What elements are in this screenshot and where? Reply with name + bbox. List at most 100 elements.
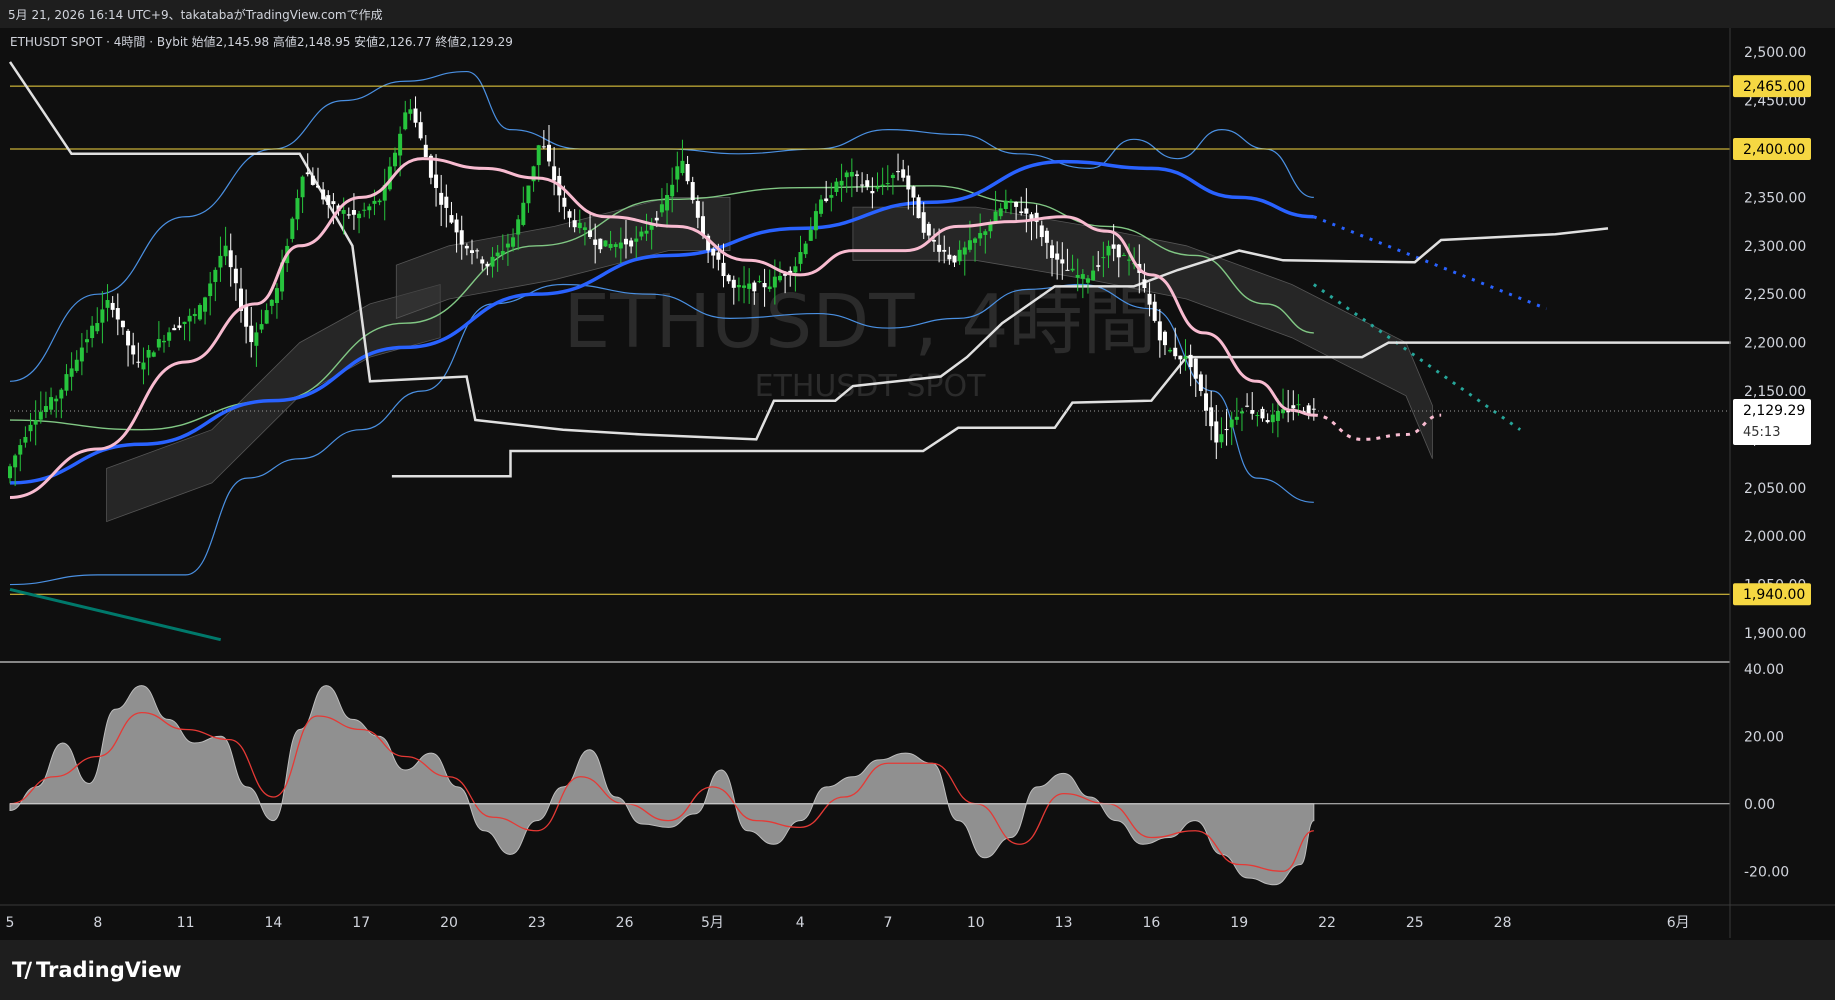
candle[interactable]: [711, 248, 716, 256]
candle[interactable]: [634, 238, 639, 242]
candle[interactable]: [541, 146, 546, 148]
candle[interactable]: [1147, 293, 1152, 305]
candle[interactable]: [1234, 416, 1239, 420]
candle[interactable]: [454, 219, 459, 233]
candle[interactable]: [1085, 278, 1090, 283]
candle[interactable]: [716, 252, 721, 260]
candle[interactable]: [141, 362, 146, 370]
candle[interactable]: [213, 269, 218, 282]
candle[interactable]: [120, 320, 125, 328]
candle[interactable]: [546, 144, 551, 162]
candle[interactable]: [1142, 279, 1147, 289]
candle[interactable]: [726, 275, 731, 282]
candle[interactable]: [1050, 245, 1055, 258]
candle[interactable]: [890, 174, 895, 178]
candle[interactable]: [526, 185, 531, 204]
candle[interactable]: [808, 229, 813, 241]
candle[interactable]: [403, 112, 408, 130]
candle[interactable]: [38, 411, 43, 420]
candle[interactable]: [131, 345, 136, 355]
candle[interactable]: [398, 133, 403, 156]
candle[interactable]: [341, 210, 346, 214]
candle[interactable]: [608, 243, 613, 248]
candle[interactable]: [798, 252, 803, 264]
candle[interactable]: [1039, 225, 1044, 238]
candle[interactable]: [500, 251, 505, 255]
candle[interactable]: [54, 398, 59, 402]
candle[interactable]: [916, 197, 921, 219]
candle[interactable]: [1224, 429, 1229, 431]
candle[interactable]: [1229, 419, 1234, 428]
candle[interactable]: [1111, 244, 1116, 249]
candle[interactable]: [480, 259, 485, 264]
candle[interactable]: [444, 196, 449, 208]
candle[interactable]: [1060, 259, 1065, 264]
candle[interactable]: [1239, 411, 1244, 414]
candle[interactable]: [136, 361, 141, 363]
candle[interactable]: [151, 352, 156, 357]
candle[interactable]: [577, 222, 582, 229]
candle[interactable]: [351, 210, 356, 215]
candle[interactable]: [680, 160, 685, 174]
candle[interactable]: [757, 281, 762, 283]
candle[interactable]: [896, 171, 901, 173]
candle[interactable]: [233, 268, 238, 284]
candle[interactable]: [598, 238, 603, 250]
candle[interactable]: [906, 175, 911, 190]
candle[interactable]: [305, 172, 310, 175]
candle[interactable]: [613, 244, 618, 247]
candle[interactable]: [197, 305, 202, 320]
candle[interactable]: [74, 359, 79, 371]
candle[interactable]: [819, 199, 824, 214]
candle[interactable]: [957, 249, 962, 262]
candle[interactable]: [367, 206, 372, 211]
candle[interactable]: [767, 286, 772, 289]
candle[interactable]: [1219, 434, 1224, 443]
candle[interactable]: [362, 209, 367, 211]
candle[interactable]: [321, 189, 326, 200]
candle[interactable]: [105, 300, 110, 308]
candle[interactable]: [84, 339, 89, 343]
candle[interactable]: [978, 233, 983, 239]
candle[interactable]: [552, 166, 557, 181]
candle[interactable]: [1178, 355, 1183, 360]
candle[interactable]: [582, 227, 587, 231]
candle[interactable]: [803, 243, 808, 255]
candle[interactable]: [690, 182, 695, 201]
candle[interactable]: [623, 238, 628, 245]
candle[interactable]: [264, 310, 269, 324]
candle[interactable]: [562, 197, 567, 207]
candle[interactable]: [844, 172, 849, 178]
candle[interactable]: [731, 279, 736, 288]
candle[interactable]: [870, 191, 875, 194]
candle[interactable]: [675, 166, 680, 180]
candle[interactable]: [829, 195, 834, 198]
candle[interactable]: [413, 108, 418, 123]
candle[interactable]: [793, 266, 798, 273]
candle[interactable]: [1008, 200, 1013, 202]
candle[interactable]: [1055, 253, 1060, 260]
candle[interactable]: [695, 201, 700, 218]
candle[interactable]: [824, 198, 829, 202]
candle[interactable]: [603, 240, 608, 247]
candle[interactable]: [346, 214, 351, 216]
candle[interactable]: [1024, 208, 1029, 214]
candle[interactable]: [1291, 405, 1296, 409]
candle[interactable]: [860, 184, 865, 186]
candle[interactable]: [326, 195, 331, 205]
candle[interactable]: [772, 276, 777, 288]
candle[interactable]: [1296, 404, 1301, 406]
candle[interactable]: [69, 368, 74, 377]
candle[interactable]: [1106, 245, 1111, 256]
candle[interactable]: [167, 332, 172, 341]
candle[interactable]: [490, 256, 495, 267]
candle[interactable]: [593, 239, 598, 245]
candle[interactable]: [115, 308, 120, 320]
candle[interactable]: [813, 211, 818, 231]
candle[interactable]: [901, 169, 906, 178]
candle[interactable]: [654, 217, 659, 221]
candle[interactable]: [28, 424, 33, 432]
candle[interactable]: [464, 245, 469, 249]
candle[interactable]: [516, 219, 521, 235]
candle[interactable]: [244, 305, 249, 327]
